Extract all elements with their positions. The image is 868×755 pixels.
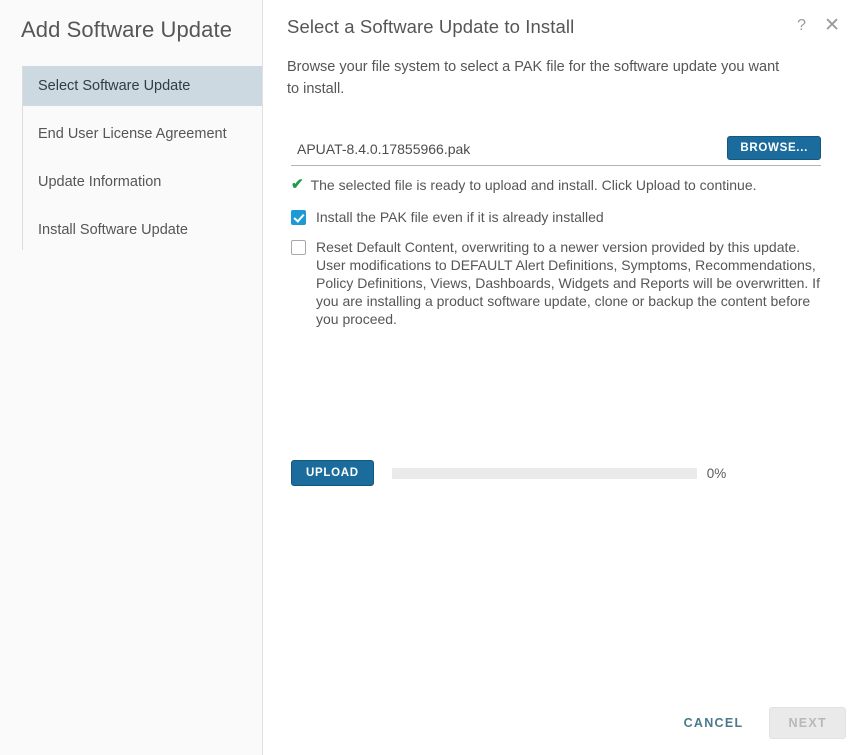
cancel-button[interactable]: CANCEL xyxy=(670,708,758,738)
next-button[interactable]: NEXT xyxy=(769,707,846,739)
wizard-content-panel: Select a Software Update to Install ? ✕ … xyxy=(263,0,868,755)
add-software-update-wizard: Add Software Update Select Software Upda… xyxy=(0,0,868,755)
page-title: Add Software Update xyxy=(0,0,262,44)
upload-button[interactable]: UPLOAD xyxy=(291,460,374,486)
file-name-input[interactable] xyxy=(291,140,727,158)
close-icon[interactable]: ✕ xyxy=(820,14,844,38)
sidebar-item-install-software-update[interactable]: Install Software Update xyxy=(22,210,262,250)
panel-description: Browse your file system to select a PAK … xyxy=(263,40,823,100)
option-row-install-anyway: Install the PAK file even if it is alrea… xyxy=(291,208,840,226)
sidebar-item-update-information[interactable]: Update Information xyxy=(22,162,262,202)
upload-progress-label: 0% xyxy=(707,466,727,481)
wizard-stepper: Select Software Update End User License … xyxy=(0,66,262,250)
checkbox-install-anyway[interactable] xyxy=(291,210,306,225)
sidebar-item-label: Update Information xyxy=(38,174,161,190)
sidebar-item-label: Select Software Update xyxy=(38,78,190,94)
panel-title: Select a Software Update to Install xyxy=(287,14,793,40)
success-check-icon: ✔ xyxy=(291,176,304,194)
content-header: Select a Software Update to Install ? ✕ xyxy=(263,0,868,40)
sidebar-item-select-software-update[interactable]: Select Software Update xyxy=(22,66,262,106)
checkbox-label-install-anyway[interactable]: Install the PAK file even if it is alrea… xyxy=(316,208,604,226)
browse-button[interactable]: BROWSE... xyxy=(727,136,821,160)
option-row-reset-default-content: Reset Default Content, overwriting to a … xyxy=(291,238,840,328)
form-area: BROWSE... ✔ The selected file is ready t… xyxy=(263,100,868,486)
sidebar-item-label: Install Software Update xyxy=(38,222,188,238)
upload-progress-bar xyxy=(392,468,697,479)
sidebar-item-label: End User License Agreement xyxy=(38,126,227,142)
checkbox-reset-default-content[interactable] xyxy=(291,240,306,255)
wizard-footer: CANCEL NEXT xyxy=(670,707,846,739)
upload-row: UPLOAD 0% xyxy=(291,460,840,486)
wizard-sidebar: Add Software Update Select Software Upda… xyxy=(0,0,263,755)
sidebar-item-end-user-license-agreement[interactable]: End User License Agreement xyxy=(22,114,262,154)
checkbox-label-reset-default-content[interactable]: Reset Default Content, overwriting to a … xyxy=(316,238,826,328)
file-status-message: ✔ The selected file is ready to upload a… xyxy=(291,176,840,194)
file-status-text: The selected file is ready to upload and… xyxy=(311,176,757,194)
help-icon[interactable]: ? xyxy=(793,14,810,38)
file-select-row: BROWSE... xyxy=(291,132,821,166)
